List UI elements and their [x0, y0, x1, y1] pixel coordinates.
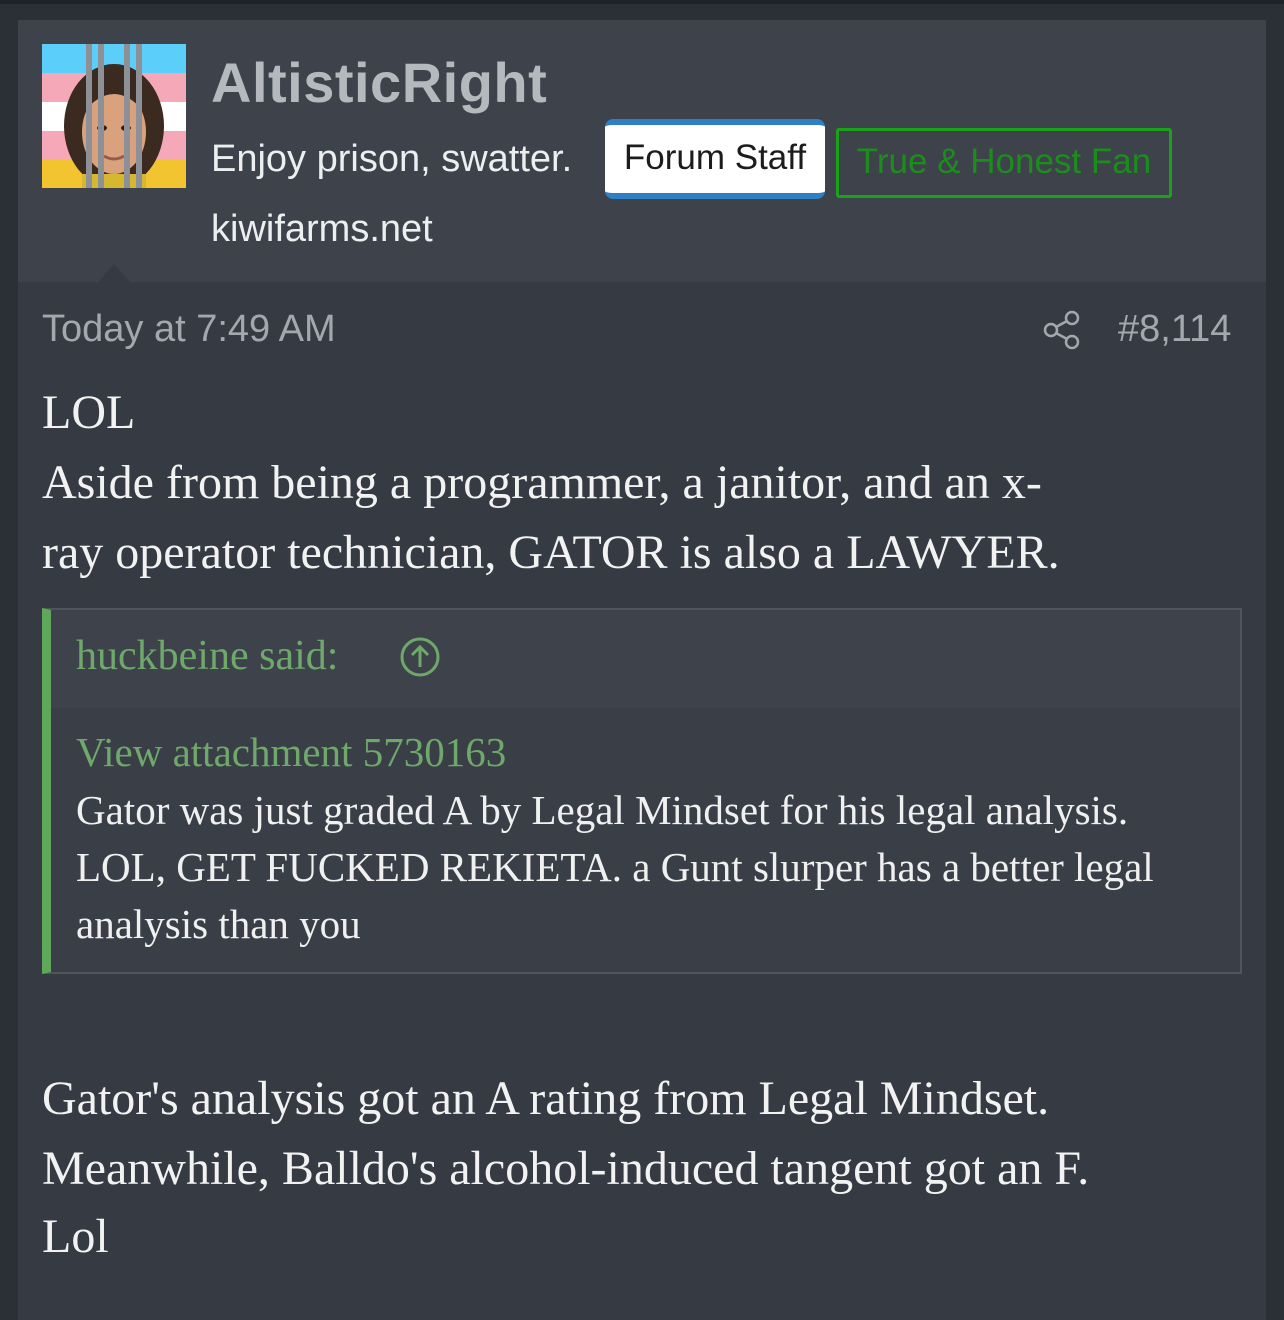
share-icon[interactable]	[1042, 310, 1082, 350]
top-divider	[0, 0, 1284, 4]
user-block-pointer	[98, 264, 130, 282]
post-number[interactable]: #8,114	[1118, 308, 1231, 351]
arrow-up-circle-icon[interactable]	[399, 636, 441, 678]
quote-attachment-link[interactable]: View attachment 5730163	[76, 728, 506, 776]
quote-block: huckbeine said: View attachment 5730163 …	[42, 608, 1242, 974]
quote-header: huckbeine said:	[51, 610, 1240, 708]
post-body-outro-line1: Gator's analysis got an A rating from Le…	[42, 1072, 1050, 1125]
post-body-outro-line2: Meanwhile, Balldo's alcohol-induced tang…	[42, 1142, 1090, 1195]
post-timestamp[interactable]: Today at 7:49 AM	[42, 308, 336, 351]
forum-post: AltisticRight Enjoy prison, swatter. For…	[18, 20, 1266, 1320]
post-body-intro: LOL	[42, 386, 136, 439]
avatar-image	[42, 44, 186, 188]
post-body-line1: Aside from being a programmer, a janitor…	[42, 456, 1042, 509]
quote-author[interactable]: huckbeine said:	[76, 632, 338, 680]
avatar[interactable]	[42, 44, 186, 188]
username[interactable]: AltisticRight	[211, 50, 547, 115]
true-honest-fan-banner: True & Honest Fan	[836, 128, 1172, 198]
quote-text: Gator was just graded A by Legal Mindset…	[76, 787, 1154, 947]
post-body-line2: ray operator technician, GATOR is also a…	[42, 526, 1060, 579]
forum-staff-banner: Forum Staff	[605, 119, 825, 199]
user-site: kiwifarms.net	[211, 208, 433, 250]
post-body-outro-line3: Lol	[42, 1210, 109, 1263]
user-info-block: AltisticRight Enjoy prison, swatter. For…	[18, 20, 1266, 282]
user-title: Enjoy prison, swatter.	[211, 138, 573, 180]
top-bar	[0, 0, 1284, 20]
